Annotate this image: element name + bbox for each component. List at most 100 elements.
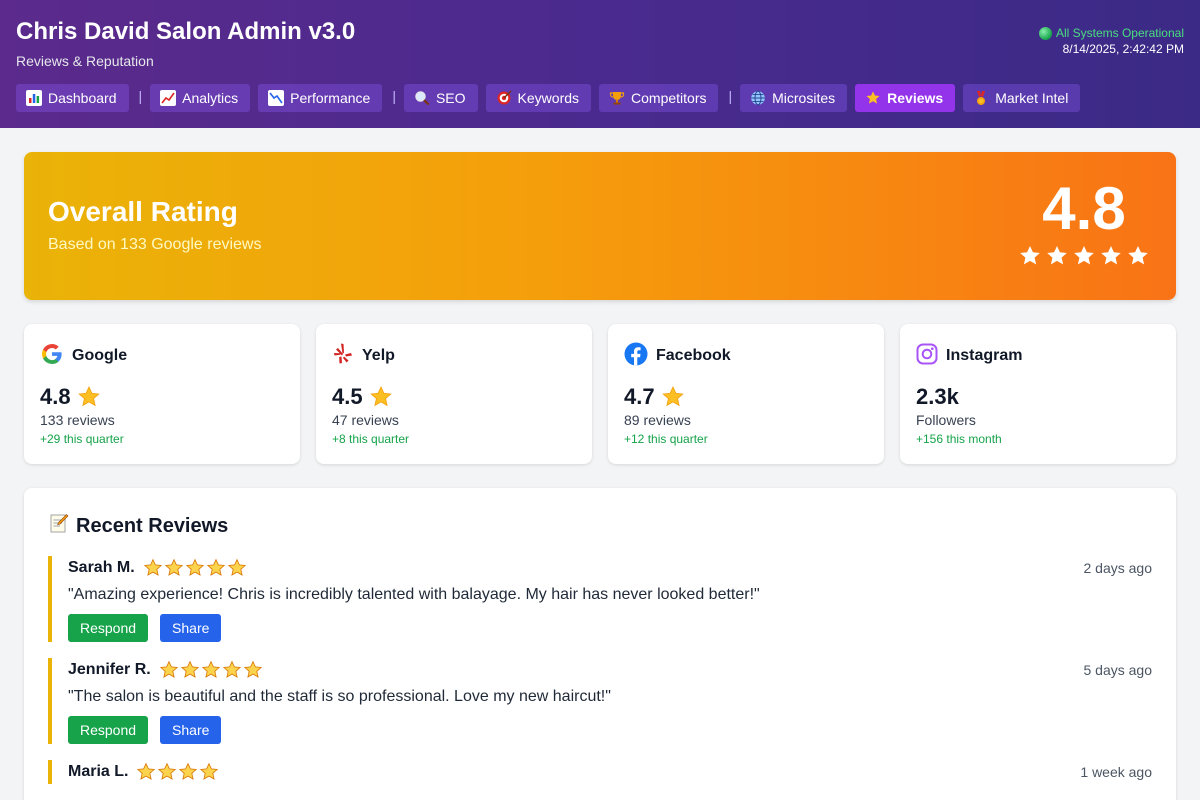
nav-dashboard[interactable]: Dashboard	[16, 84, 129, 112]
nav-competitors[interactable]: Competitors	[599, 84, 719, 112]
platform-delta: +29 this quarter	[40, 432, 124, 446]
app-title: Chris David Salon Admin v3.0	[16, 18, 356, 45]
star-icon	[369, 385, 393, 409]
platform-score: 4.7	[624, 384, 655, 409]
globe-icon	[750, 90, 766, 106]
share-button[interactable]: Share	[160, 614, 222, 642]
platform-name: Yelp	[362, 347, 395, 364]
nav-market-intel[interactable]: Market Intel	[963, 84, 1081, 112]
star-icon	[180, 660, 200, 680]
overall-rating-score: 4.8	[1042, 175, 1126, 242]
platform-cards: Google 4.8 133 reviews +29 this quarter	[24, 324, 1176, 464]
nav-analytics[interactable]: Analytics	[150, 84, 251, 112]
status-dot-icon	[1038, 26, 1052, 40]
review-item: Sarah M. 2 days ago "Amazing experience!…	[48, 556, 1152, 642]
platform-count: 47 reviews	[332, 412, 399, 428]
nav-seo[interactable]: SEO	[403, 84, 478, 112]
medal-icon	[973, 90, 989, 106]
main-content: Overall Rating Based on 133 Google revie…	[0, 128, 1200, 800]
star-icon	[136, 762, 156, 782]
star-icon	[178, 762, 198, 782]
star-icon	[143, 558, 163, 578]
star-icon	[1018, 244, 1042, 268]
nav-label: Market Intel	[995, 90, 1069, 106]
nav-reviews[interactable]: Reviews	[855, 84, 956, 112]
nav-separator: |	[392, 88, 396, 104]
nav-microsites[interactable]: Microsites	[740, 84, 848, 112]
star-icon	[1045, 244, 1069, 268]
star-icon	[243, 660, 263, 680]
review-text: "The salon is beautiful and the staff is…	[68, 688, 611, 705]
platform-count: 133 reviews	[40, 412, 115, 428]
magnifier-icon	[414, 90, 430, 106]
bar-chart-icon	[26, 90, 42, 106]
overall-rating-subtitle: Based on 133 Google reviews	[48, 236, 262, 253]
platform-name: Instagram	[946, 347, 1023, 364]
review-text: "Amazing experience! Chris is incredibly…	[68, 586, 760, 603]
review-stars	[136, 762, 219, 782]
status-timestamp: 8/14/2025, 2:42:42 PM	[1062, 42, 1184, 56]
platform-name: Facebook	[656, 347, 731, 364]
recent-reviews-title: Recent Reviews	[76, 514, 229, 537]
review-time: 2 days ago	[1083, 560, 1153, 576]
target-icon	[496, 90, 512, 106]
overall-rating-card: Overall Rating Based on 133 Google revie…	[24, 152, 1176, 300]
star-icon	[1126, 244, 1150, 268]
review-item: Jennifer R. 5 days ago "The salon is bea…	[48, 658, 1152, 744]
platform-card-facebook[interactable]: Facebook 4.7 89 reviews +12 this quarter	[608, 324, 884, 464]
star-icon	[164, 558, 184, 578]
platform-card-google[interactable]: Google 4.8 133 reviews +29 this quarter	[24, 324, 300, 464]
platform-name: Google	[72, 347, 128, 364]
star-icon	[159, 660, 179, 680]
respond-button[interactable]: Respond	[68, 716, 149, 744]
nav-keywords[interactable]: Keywords	[485, 84, 592, 112]
nav-performance[interactable]: Performance	[258, 84, 383, 112]
platform-count: 89 reviews	[624, 412, 691, 428]
review-stars	[143, 558, 247, 578]
reviewer-name: Maria L.	[68, 763, 129, 780]
overall-rating-title: Overall Rating	[48, 196, 238, 227]
status-text: All Systems Operational	[1055, 26, 1184, 40]
recent-reviews-panel: Recent Reviews Sarah M. 2 days ago "Amaz…	[24, 488, 1176, 800]
app-header: Chris David Salon Admin v3.0 Reviews & R…	[0, 0, 1200, 128]
review-stars	[159, 660, 263, 680]
trend-down-icon	[268, 90, 285, 106]
page-subtitle: Reviews & Reputation	[16, 53, 154, 69]
overall-rating-stars	[1018, 244, 1150, 268]
nav-label: Competitors	[631, 90, 707, 106]
review-time: 1 week ago	[1080, 764, 1152, 780]
review-time: 5 days ago	[1083, 662, 1153, 678]
instagram-icon	[916, 343, 938, 370]
nav-label: SEO	[435, 90, 466, 106]
star-icon	[1099, 244, 1123, 268]
platform-delta: +12 this quarter	[624, 432, 708, 446]
star-icon	[199, 762, 219, 782]
reviewer-name: Sarah M.	[68, 559, 135, 576]
system-status: All Systems Operational 8/14/2025, 2:42:…	[1038, 26, 1184, 56]
star-icon	[157, 762, 177, 782]
main-nav: Dashboard | Analytics Performance | SEO	[16, 84, 1088, 112]
platform-score: 4.5	[332, 384, 363, 409]
star-icon	[185, 558, 205, 578]
google-icon	[40, 342, 64, 371]
review-item: Maria L. 1 week ago	[48, 760, 1152, 784]
share-button[interactable]: Share	[160, 716, 222, 744]
trend-up-icon	[160, 90, 177, 106]
nav-label: Analytics	[182, 90, 239, 106]
nav-label: Keywords	[517, 90, 580, 106]
reviewer-name: Jennifer R.	[68, 661, 151, 678]
platform-card-instagram[interactable]: Instagram 2.3k Followers +156 this month	[900, 324, 1176, 464]
platform-delta: +8 this quarter	[332, 432, 410, 446]
nav-label: Reviews	[887, 90, 944, 106]
platform-card-yelp[interactable]: Yelp 4.5 47 reviews +8 this quarter	[316, 324, 592, 464]
nav-label: Microsites	[772, 90, 836, 106]
star-icon	[222, 660, 242, 680]
overall-rating-summary: 4.8	[1018, 174, 1150, 268]
star-icon	[661, 385, 685, 409]
trophy-icon	[609, 90, 625, 106]
platform-score: 2.3k	[916, 384, 959, 409]
star-icon	[1072, 244, 1096, 268]
memo-icon	[48, 512, 70, 540]
respond-button[interactable]: Respond	[68, 614, 149, 642]
nav-label: Performance	[290, 90, 371, 106]
